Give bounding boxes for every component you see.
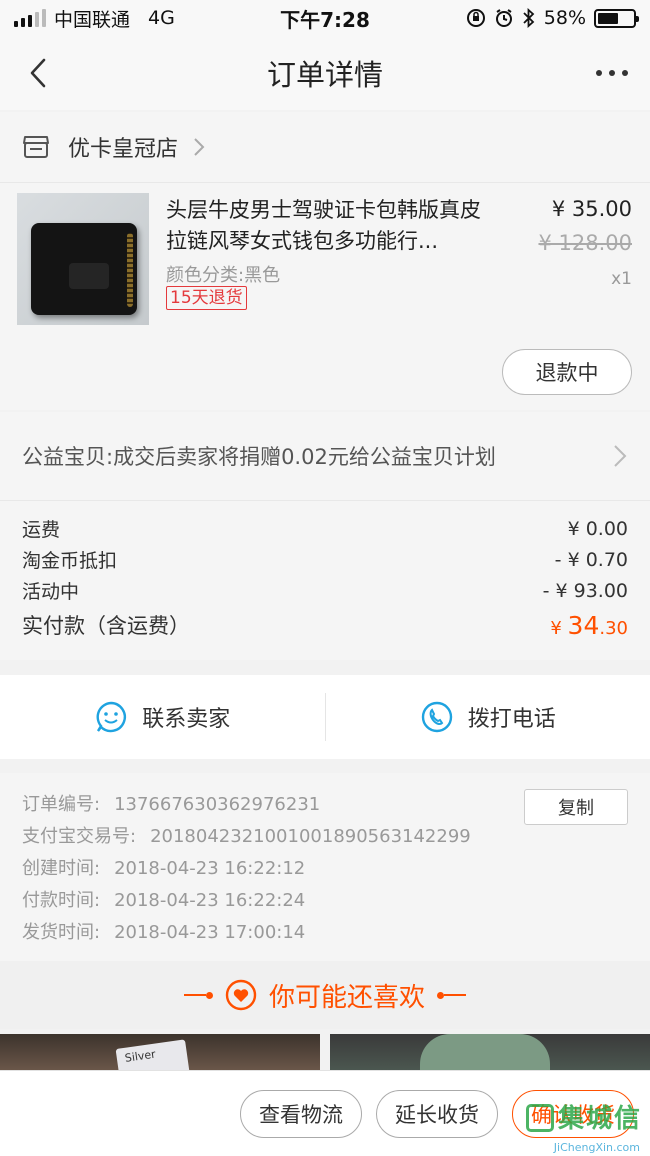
product-card[interactable] [330,1034,650,1074]
alarm-icon [495,9,512,27]
cost-row-shipping: 运费 ¥ 0.00 [22,513,628,544]
alipay-trade-row: 支付宝交易号: 2018042321001001890563142299 [22,821,628,853]
copy-button[interactable]: 复制 [524,789,628,825]
total-decimal: .30 [599,617,628,639]
info-label: 支付宝交易号: [22,826,137,847]
shop-row[interactable]: 优卡皇冠店 [0,112,650,182]
order-number: 137667630362976231 [114,794,321,815]
item-price: ¥ 35.00 [551,197,632,221]
cost-label: 运费 [22,519,61,541]
alipay-trade-number: 2018042321001001890563142299 [150,826,471,847]
created-time: 2018-04-23 16:22:12 [114,858,306,879]
watermark-url: JiChengXin.com [553,1141,640,1154]
extend-receipt-button[interactable]: 延长收货 [376,1089,498,1138]
contact-seller-label: 联系卖家 [142,707,231,732]
cost-value: ¥ 0.00 [567,517,628,540]
cost-row-total: 实付款（含运费） ¥ 34.30 [22,606,628,644]
cost-label: 活动中 [22,581,80,603]
item-quantity: x1 [611,269,632,289]
cost-value: - ¥ 0.70 [554,548,628,571]
product-card-text: Silver [115,1039,191,1074]
signal-icon [14,9,46,27]
contact-seller-button[interactable]: 联系卖家 [0,675,325,759]
order-info: 复制 订单编号: 137667630362976231 支付宝交易号: 201804… [0,773,650,961]
back-icon[interactable] [22,54,60,92]
return-policy-badge: 15天退货 [166,286,247,310]
shipped-time: 2018-04-23 17:00:14 [114,922,306,943]
refund-status-button[interactable]: 退款中 [502,349,632,395]
info-label: 付款时间: [22,890,101,911]
heart-icon [225,979,257,1011]
page-title: 订单详情 [266,58,383,92]
shipped-time-row: 发货时间: 2018-04-23 17:00:14 [22,917,628,949]
created-time-row: 创建时间: 2018-04-23 16:22:12 [22,853,628,885]
total-integer: 34 [567,610,600,640]
cost-row-promo: 活动中 - ¥ 93.00 [22,575,628,606]
item-title: 头层牛皮男士驾驶证卡包韩版真皮拉链风琴女式钱包多功能行... [166,198,481,253]
charity-text: 公益宝贝:成交后卖家将捐赠0.02元给公益宝贝计划 [22,445,496,469]
view-logistics-button[interactable]: 查看物流 [240,1089,362,1138]
more-icon[interactable] [596,58,628,88]
shop-name: 优卡皇冠店 [68,137,179,162]
chevron-right-icon [614,445,627,467]
battery-percent: 58% [543,7,586,29]
cost-label: 淘金币抵扣 [22,550,118,572]
recommend-title: 你可能还喜欢 [268,982,425,1013]
recommended-products: Silver [0,1034,650,1074]
decor-line-left [183,991,213,999]
decor-line-right [437,991,466,999]
total-label: 实付款（含运费） [22,614,190,638]
info-label: 发货时间: [22,922,101,943]
battery-icon [594,8,639,28]
cost-value: - ¥ 93.00 [542,579,628,602]
carrier-label: 中国联通 [54,8,131,31]
wallet-image [31,223,137,315]
call-phone-button[interactable]: 拨打电话 [326,675,650,759]
status-bar: 中国联通 4G 下午7:28 58% [0,0,650,36]
info-label: 订单编号: [22,794,101,815]
paid-time: 2018-04-23 16:22:24 [114,890,306,911]
watermark: 集城信 JiChengXin.com [526,1098,646,1156]
cost-summary: 运费 ¥ 0.00 淘金币抵扣 - ¥ 0.70 活动中 - ¥ 93.00 实付款（… [0,500,650,660]
total-currency: ¥ [550,617,568,639]
product-thumbnail[interactable] [17,193,149,325]
chat-bubble-icon [96,701,127,733]
bluetooth-icon [523,8,535,28]
contact-bar: 联系卖家 拨打电话 [0,675,650,759]
paid-time-row: 付款时间: 2018-04-23 16:22:24 [22,885,628,917]
call-phone-label: 拨打电话 [467,707,556,732]
total-amount: ¥ 34.30 [550,611,628,640]
phone-icon [421,701,452,733]
item-sku: 颜色分类:黑色 [166,265,281,286]
watermark-logo-icon [526,1104,554,1132]
nav-bar: 订单详情 [0,36,650,110]
battery-fill [598,12,618,24]
charity-row[interactable]: 公益宝贝:成交后卖家将捐赠0.02元给公益宝贝计划 [0,412,650,500]
chevron-right-icon [194,138,205,156]
recommend-header: 你可能还喜欢 [0,961,650,1029]
item-original-price: ¥ 128.00 [538,231,632,255]
cost-row-coins: 淘金币抵扣 - ¥ 0.70 [22,544,628,575]
order-item[interactable]: 头层牛皮男士驾驶证卡包韩版真皮拉链风琴女式钱包多功能行... 颜色分类:黑色 1… [0,182,650,410]
network-label: 4G [148,7,175,29]
watermark-text: 集城信 [558,1104,643,1134]
info-label: 创建时间: [22,858,101,879]
orientation-lock-icon [466,9,485,27]
store-icon [23,136,49,158]
product-card[interactable]: Silver [0,1034,320,1074]
